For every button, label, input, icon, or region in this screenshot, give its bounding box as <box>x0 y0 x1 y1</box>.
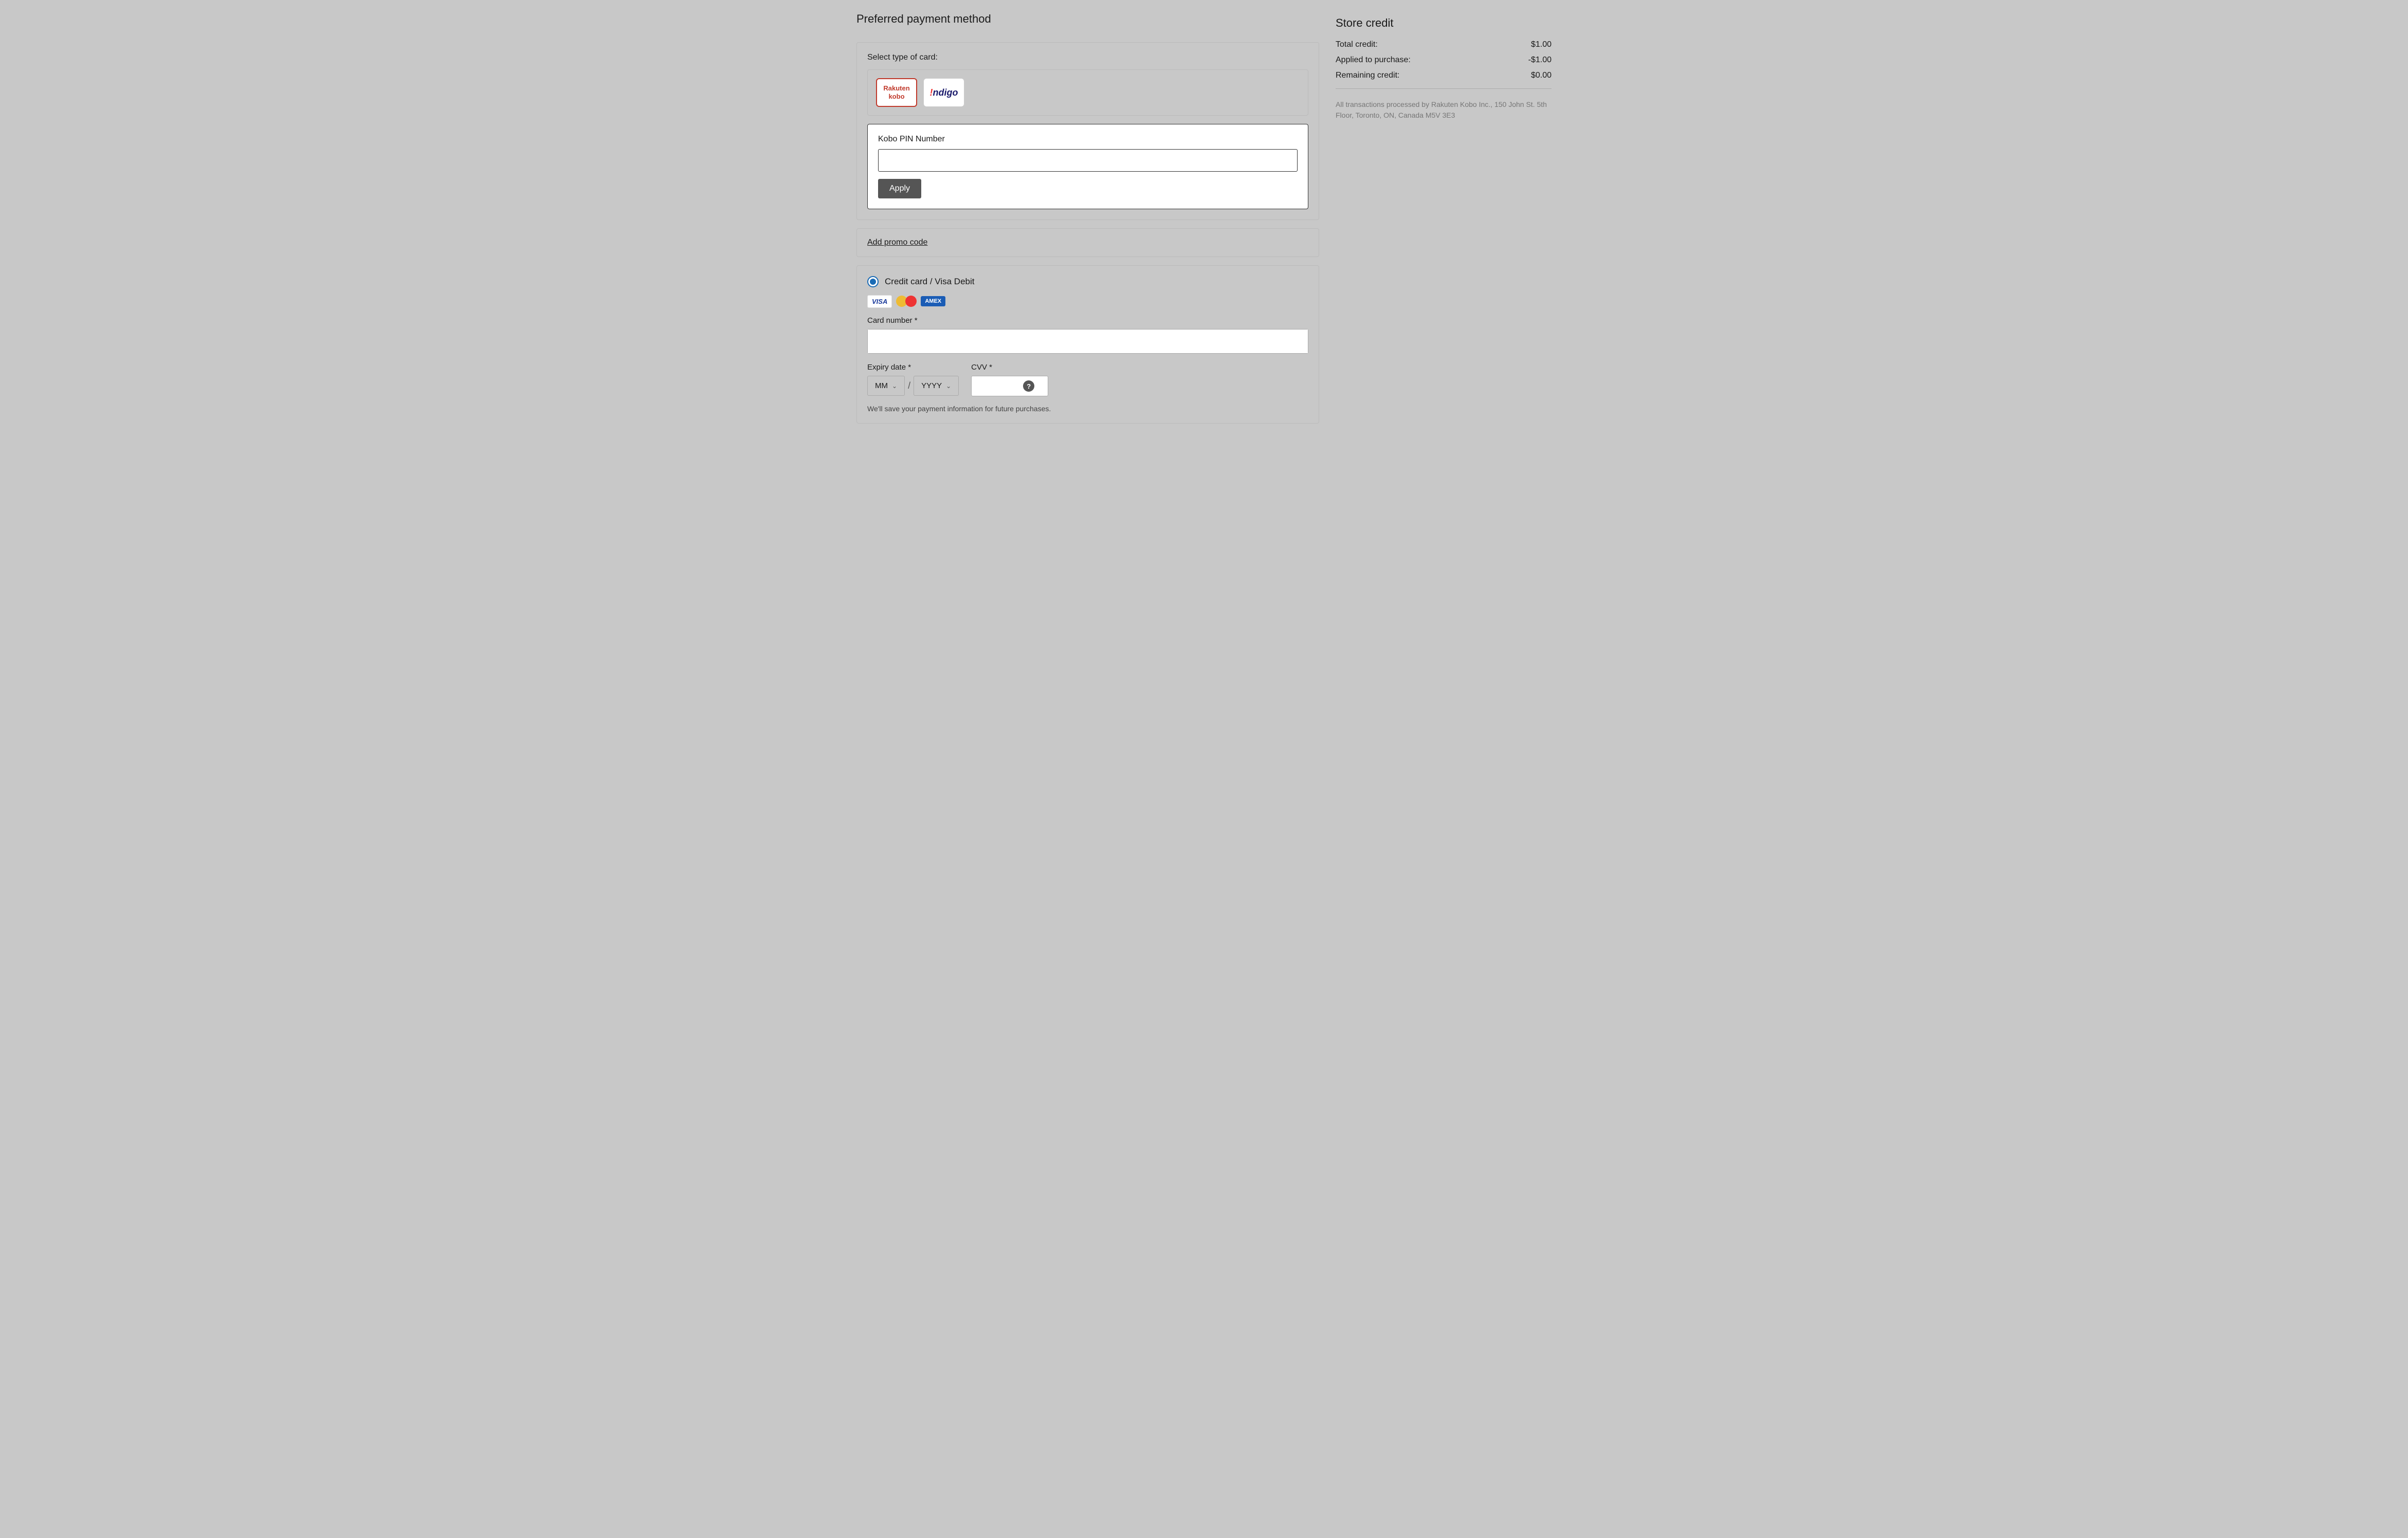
remaining-credit-value: $0.00 <box>1531 71 1552 80</box>
expiry-group: Expiry date * MM ⌄ / YYYY ⌄ <box>867 363 959 396</box>
applied-credit-row: Applied to purchase: -$1.00 <box>1336 56 1552 65</box>
expiry-month-select[interactable]: MM ⌄ <box>867 376 905 396</box>
credit-card-radio-row[interactable]: Credit card / Visa Debit <box>867 276 1308 287</box>
credit-card-section: Credit card / Visa Debit VISA AMEX Card … <box>856 265 1319 424</box>
credit-rows: Total credit: $1.00 Applied to purchase:… <box>1336 40 1552 80</box>
card-brand-logos: VISA AMEX <box>867 295 1308 308</box>
pin-label: Kobo PIN Number <box>878 135 1298 144</box>
expiry-month-chevron: ⌄ <box>892 382 897 390</box>
pin-input[interactable] <box>878 149 1298 172</box>
card-type-options: Rakuten kobo !ndigo <box>867 69 1308 116</box>
cvv-input-wrapper: ? <box>971 376 1048 396</box>
divider <box>1336 88 1552 89</box>
indigo-card-option[interactable]: !ndigo <box>923 78 964 107</box>
expiry-month-value: MM <box>875 381 888 390</box>
apply-button[interactable]: Apply <box>878 179 921 198</box>
expiry-inputs: MM ⌄ / YYYY ⌄ <box>867 376 959 396</box>
add-promo-code-link[interactable]: Add promo code <box>867 238 927 247</box>
expiry-year-chevron: ⌄ <box>946 382 951 390</box>
visa-logo: VISA <box>867 295 892 308</box>
remaining-credit-label: Remaining credit: <box>1336 71 1400 80</box>
promo-section: Add promo code <box>856 228 1319 257</box>
total-credit-value: $1.00 <box>1531 40 1552 49</box>
remaining-credit-row: Remaining credit: $0.00 <box>1336 71 1552 80</box>
card-number-input[interactable] <box>868 329 1308 353</box>
card-number-label: Card number * <box>867 316 1308 325</box>
transaction-text: All transactions processed by Rakuten Ko… <box>1336 99 1552 121</box>
applied-credit-value: -$1.00 <box>1528 56 1552 65</box>
left-panel: Preferred payment method Select type of … <box>856 12 1319 424</box>
store-credit-title: Store credit <box>1336 16 1552 30</box>
rakuten-kobo-logo-text: Rakuten kobo <box>883 84 909 100</box>
save-info-text: We'll save your payment information for … <box>867 405 1308 413</box>
cvv-help-icon[interactable]: ? <box>1023 380 1034 392</box>
right-panel: Store credit Total credit: $1.00 Applied… <box>1336 12 1552 424</box>
cvv-group: CVV * ? <box>971 363 1048 396</box>
store-credit-section: Store credit Total credit: $1.00 Applied… <box>1336 12 1552 125</box>
expiry-year-select[interactable]: YYYY ⌄ <box>914 376 959 396</box>
radio-selected-indicator <box>870 279 876 285</box>
cvv-label: CVV * <box>971 363 1048 372</box>
credit-card-label: Credit card / Visa Debit <box>885 277 974 287</box>
cvv-input[interactable] <box>978 382 1019 391</box>
card-type-label: Select type of card: <box>867 53 1308 62</box>
expiry-cvv-row: Expiry date * MM ⌄ / YYYY ⌄ C <box>867 363 1308 396</box>
credit-card-radio[interactable] <box>867 276 879 287</box>
expiry-separator: / <box>908 380 910 391</box>
rakuten-kobo-card-option[interactable]: Rakuten kobo <box>876 78 917 107</box>
page-title: Preferred payment method <box>856 12 1319 26</box>
card-number-input-wrapper[interactable] <box>867 329 1308 354</box>
total-credit-label: Total credit: <box>1336 40 1378 49</box>
expiry-label: Expiry date * <box>867 363 959 372</box>
card-type-section: Select type of card: Rakuten kobo !ndigo <box>856 42 1319 220</box>
pin-section: Kobo PIN Number Apply <box>867 124 1308 209</box>
applied-credit-label: Applied to purchase: <box>1336 56 1411 65</box>
mastercard-logo <box>896 295 917 308</box>
total-credit-row: Total credit: $1.00 <box>1336 40 1552 49</box>
indigo-logo-text: !ndigo <box>930 87 958 98</box>
expiry-year-value: YYYY <box>921 381 942 390</box>
amex-logo: AMEX <box>921 296 945 306</box>
